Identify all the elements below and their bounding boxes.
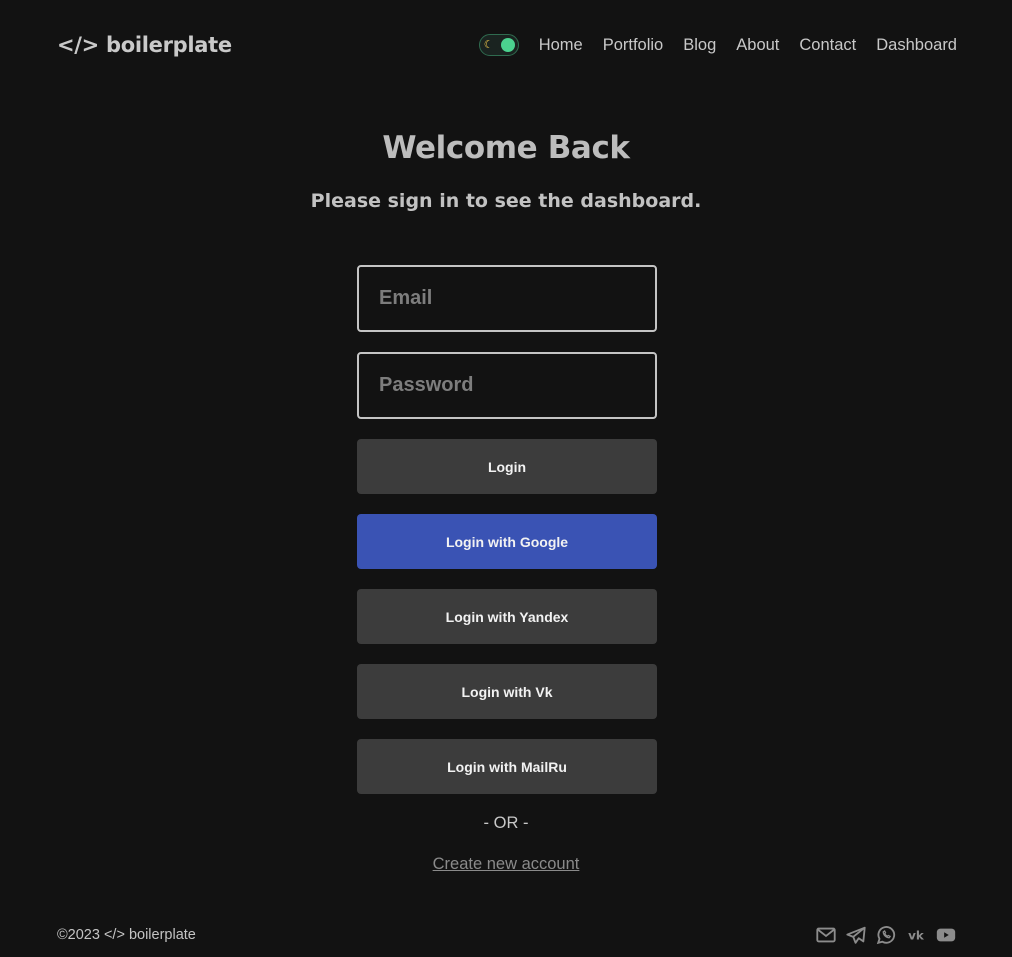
vk-icon[interactable]: vk — [905, 924, 927, 946]
or-divider: - OR - — [483, 814, 529, 832]
create-account-link[interactable]: Create new account — [433, 855, 580, 873]
login-yandex-button[interactable]: Login with Yandex — [357, 589, 657, 644]
social-links: vk — [807, 924, 957, 946]
mail-icon[interactable] — [815, 924, 837, 946]
page-subtitle: Please sign in to see the dashboard. — [310, 190, 702, 212]
login-mailru-button[interactable]: Login with MailRu — [357, 739, 657, 794]
login-button[interactable]: Login — [357, 439, 657, 494]
login-vk-button[interactable]: Login with Vk — [357, 664, 657, 719]
youtube-icon[interactable] — [935, 924, 957, 946]
login-google-button[interactable]: Login with Google — [357, 514, 657, 569]
nav-blog[interactable]: Blog — [683, 36, 716, 55]
password-field[interactable] — [357, 352, 657, 419]
email-field[interactable] — [357, 265, 657, 332]
page-title: Welcome Back — [382, 130, 630, 166]
main-nav: ☾ Home Portfolio Blog About Contact Dash… — [478, 34, 957, 56]
moon-icon: ☾ — [483, 38, 494, 51]
theme-toggle[interactable]: ☾ — [478, 34, 519, 56]
create-account-wrap: Create new account — [0, 854, 1012, 874]
nav-home[interactable]: Home — [539, 36, 583, 55]
nav-about[interactable]: About — [736, 36, 779, 55]
toggle-knob — [500, 38, 515, 52]
site-header: </> boilerplate ☾ Home Portfolio Blog Ab… — [0, 0, 1012, 92]
whatsapp-icon[interactable] — [875, 924, 897, 946]
nav-contact[interactable]: Contact — [799, 36, 856, 55]
nav-portfolio[interactable]: Portfolio — [603, 36, 664, 55]
footer-copyright: ©2023 </> boilerplate — [57, 927, 196, 943]
telegram-icon[interactable] — [845, 924, 867, 946]
site-logo[interactable]: </> boilerplate — [57, 33, 232, 57]
svg-text:vk: vk — [908, 929, 925, 943]
nav-dashboard[interactable]: Dashboard — [876, 36, 957, 55]
